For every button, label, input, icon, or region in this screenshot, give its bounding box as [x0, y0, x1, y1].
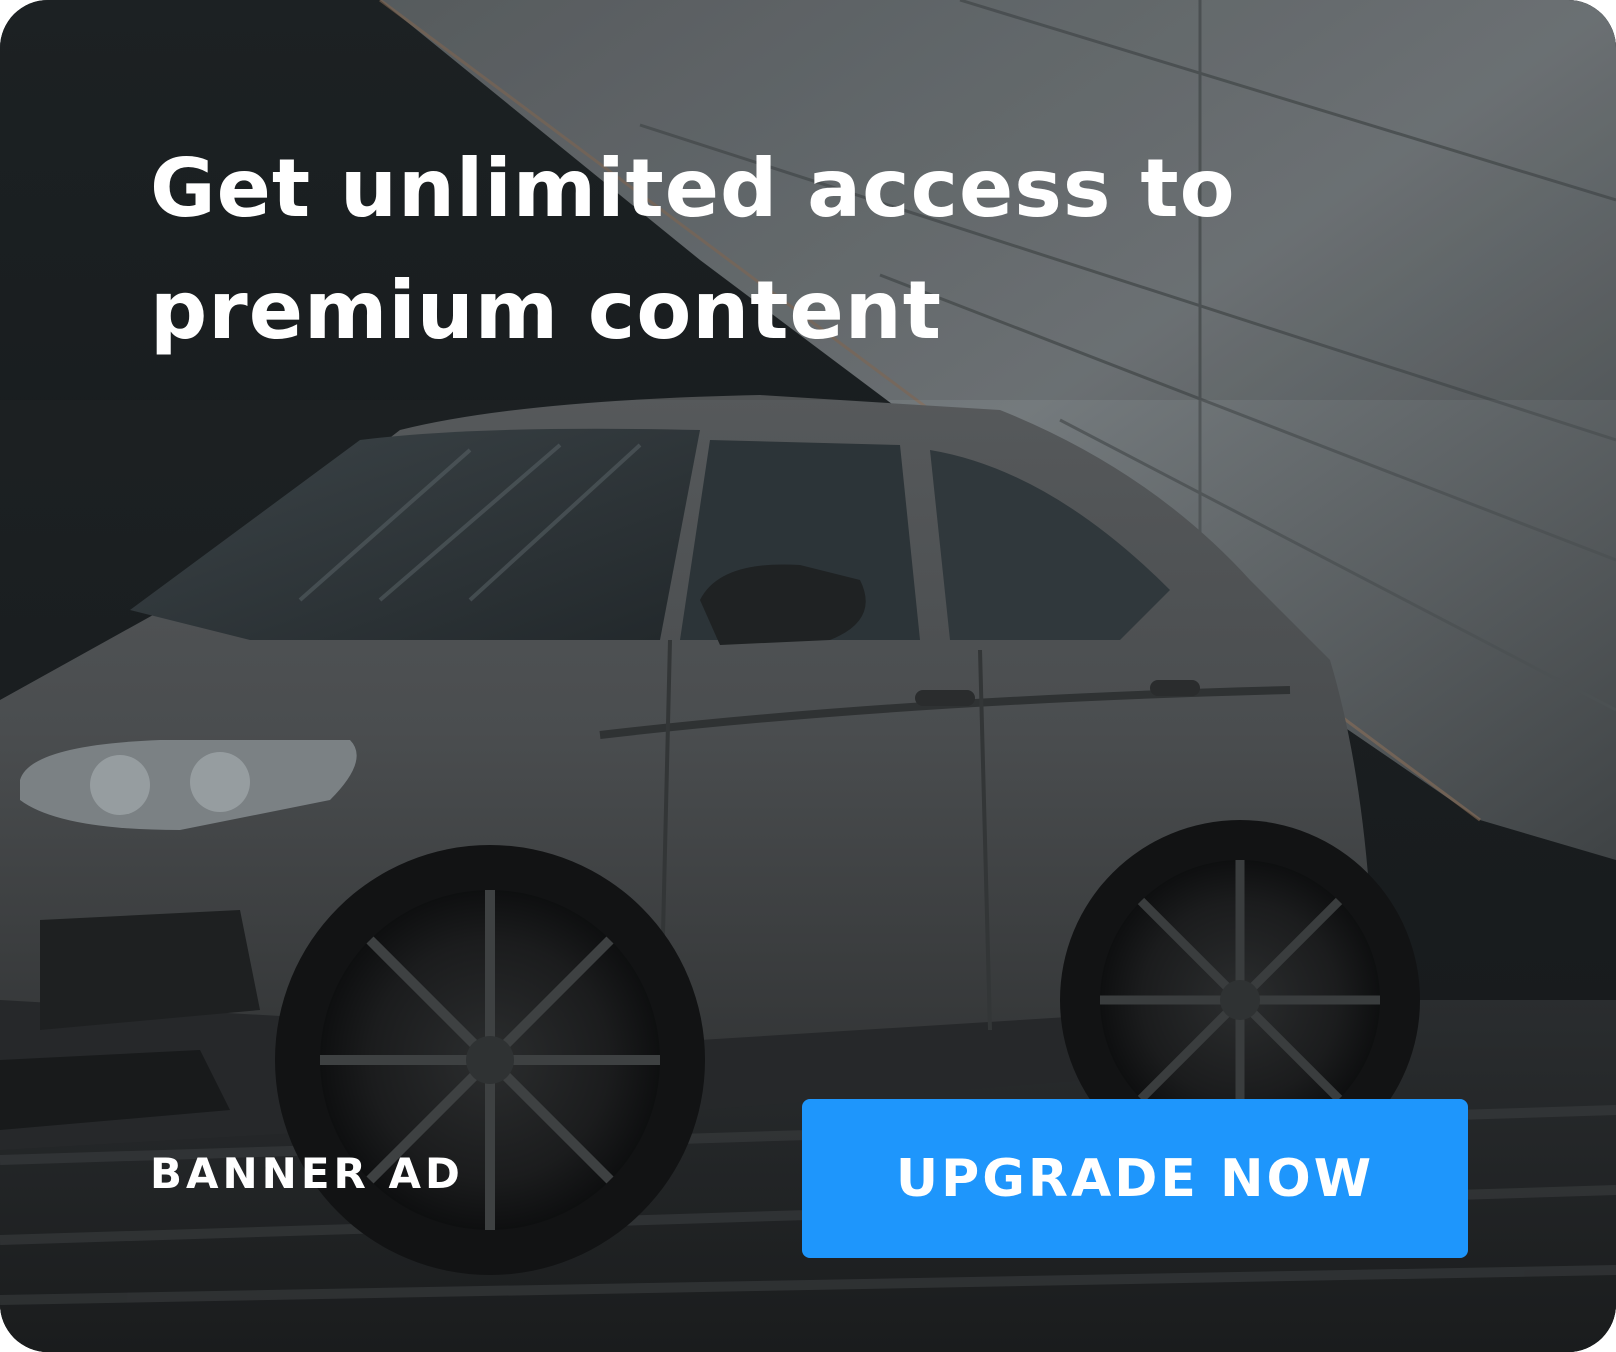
- banner-ad-label: BANNER AD: [150, 1149, 464, 1198]
- banner-headline: Get unlimited access to premium content: [150, 142, 1236, 357]
- banner-ad[interactable]: Get unlimited access to premium content …: [0, 0, 1616, 1352]
- upgrade-now-button[interactable]: UPGRADE NOW: [802, 1099, 1468, 1258]
